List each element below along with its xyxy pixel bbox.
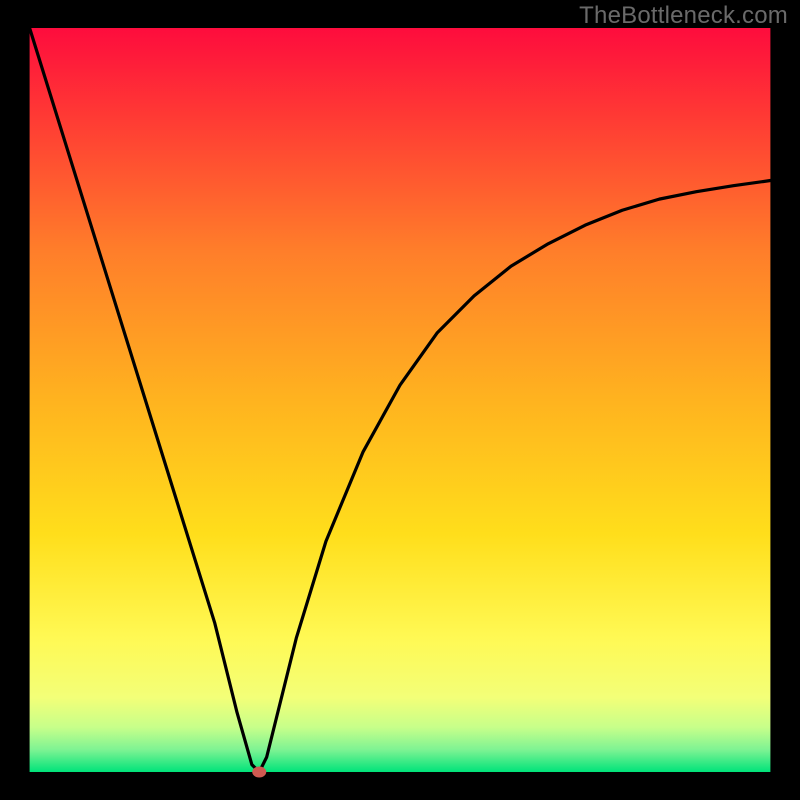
plot-background [30, 28, 771, 772]
chart-container: TheBottleneck.com [0, 0, 800, 800]
min-marker [252, 767, 266, 778]
bottleneck-chart [0, 0, 800, 800]
